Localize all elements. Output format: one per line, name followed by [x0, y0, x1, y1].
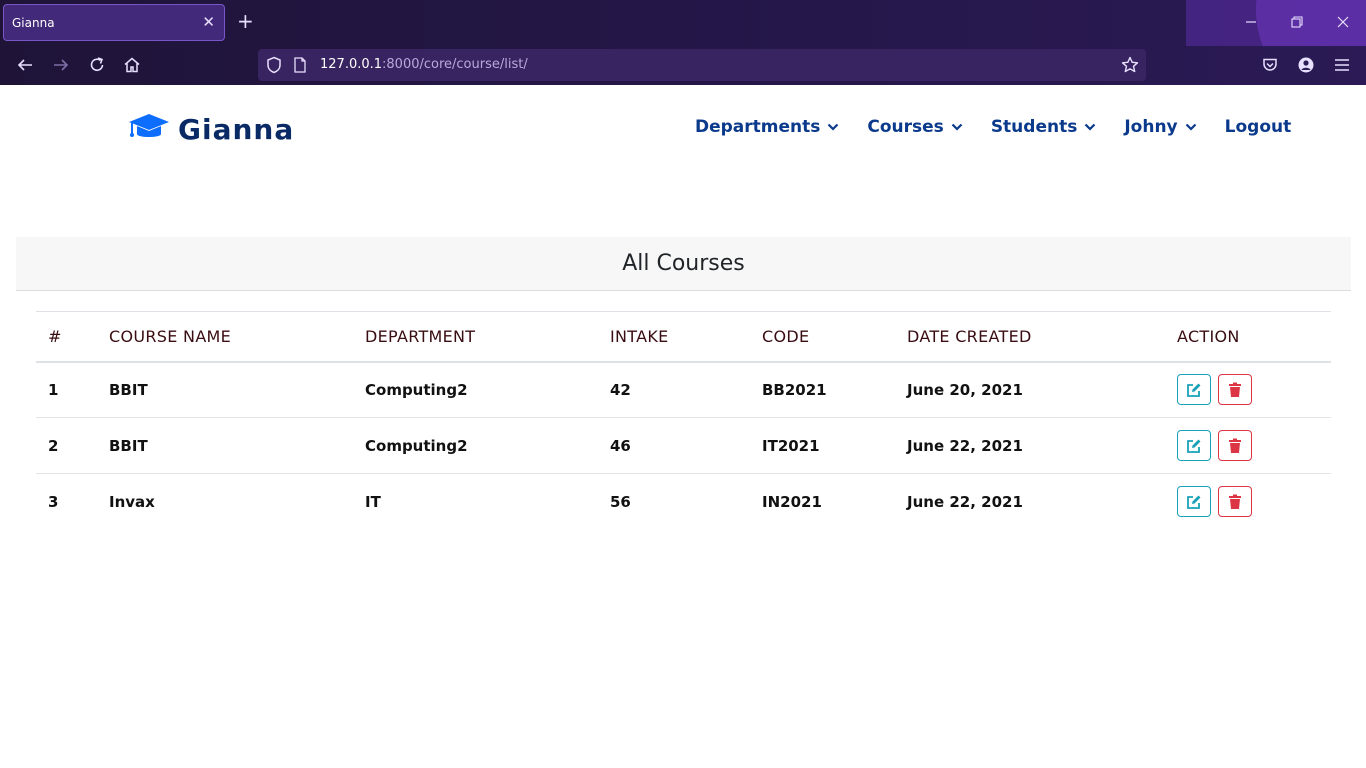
url-path: :8000/core/course/list/ — [382, 57, 528, 72]
edit-button[interactable] — [1177, 374, 1211, 406]
reload-icon[interactable] — [86, 54, 108, 76]
edit-icon — [1187, 495, 1201, 509]
home-icon[interactable] — [121, 54, 143, 76]
nav-departments-dropdown[interactable]: Departments — [695, 117, 839, 137]
close-tab-icon[interactable]: ✕ — [202, 14, 215, 30]
edit-button[interactable] — [1177, 430, 1211, 461]
row-number: 3 — [48, 492, 59, 511]
course-code: IN2021 — [762, 492, 822, 511]
chevron-down-icon — [951, 123, 963, 131]
course-date: June 22, 2021 — [895, 417, 1165, 474]
table-row: 1 BBIT Computing2 42 BB2021 June 20, 202… — [36, 361, 1331, 418]
main-nav: Departments Courses Students Johny Logou… — [695, 117, 1291, 137]
page-title: All Courses — [622, 251, 745, 276]
course-name: Invax — [109, 492, 155, 511]
nav-logout-label: Logout — [1224, 117, 1292, 137]
nav-students-dropdown[interactable]: Students — [991, 117, 1097, 137]
column-header: ACTION — [1165, 311, 1331, 363]
nav-departments-label: Departments — [695, 117, 821, 137]
url-text[interactable]: 127.0.0.1:8000/core/course/list/ — [320, 57, 528, 72]
column-header: DATE CREATED — [895, 311, 1165, 363]
trash-icon — [1229, 494, 1242, 509]
graduation-cap-icon — [128, 112, 170, 146]
restore-icon[interactable] — [1284, 10, 1310, 34]
course-intake: 46 — [598, 417, 750, 474]
browser-tab[interactable]: Gianna ✕ — [3, 4, 225, 41]
chevron-down-icon — [827, 123, 839, 131]
brand-logo[interactable]: Gianna — [128, 112, 294, 146]
account-icon[interactable] — [1295, 54, 1317, 76]
course-intake: 42 — [598, 361, 750, 418]
nav-user-label: Johny — [1124, 117, 1178, 137]
page-content: Gianna Departments Courses Students John… — [0, 85, 1366, 768]
table-row: 3 Invax IT 56 IN2021 June 22, 2021 — [36, 474, 1331, 530]
course-department: Computing2 — [353, 361, 598, 418]
url-host: 127.0.0.1 — [320, 57, 383, 72]
shield-icon[interactable] — [263, 54, 285, 76]
edit-icon — [1187, 439, 1201, 453]
nav-courses-dropdown[interactable]: Courses — [867, 117, 963, 137]
delete-button[interactable] — [1218, 374, 1253, 406]
back-arrow-icon[interactable] — [14, 54, 36, 76]
nav-students-label: Students — [990, 117, 1078, 137]
column-header: COURSE NAME — [97, 311, 353, 363]
bookmark-star-icon[interactable] — [1119, 54, 1141, 76]
column-header: CODE — [750, 311, 895, 363]
chevron-down-icon — [1185, 123, 1197, 131]
delete-button[interactable] — [1218, 430, 1253, 461]
nav-logout-link[interactable]: Logout — [1225, 117, 1292, 137]
course-department: IT — [365, 492, 381, 511]
course-name: BBIT — [97, 417, 353, 474]
delete-button[interactable] — [1218, 486, 1253, 518]
chevron-down-icon — [1084, 123, 1096, 131]
column-header: # — [36, 311, 97, 363]
minimize-icon[interactable] — [1238, 10, 1264, 34]
tab-title: Gianna — [12, 15, 55, 30]
row-actions — [1165, 474, 1331, 530]
browser-chrome: Gianna ✕ + 127.0.0.1:8000/core/course/li… — [0, 0, 1366, 85]
row-number: 1 — [36, 361, 97, 418]
nav-courses-label: Courses — [867, 117, 944, 137]
table-row: 2 BBIT Computing2 46 IT2021 June 22, 202… — [36, 417, 1331, 474]
row-number: 2 — [36, 417, 97, 474]
course-date: June 20, 2021 — [895, 361, 1165, 418]
pocket-icon[interactable] — [1259, 54, 1281, 76]
course-code: BB2021 — [750, 361, 895, 418]
column-header: DEPARTMENT — [353, 311, 598, 363]
course-intake: 56 — [610, 492, 631, 511]
menu-icon[interactable] — [1331, 54, 1353, 76]
course-date: June 22, 2021 — [907, 492, 1023, 511]
column-header: INTAKE — [598, 311, 750, 363]
course-code: IT2021 — [750, 417, 895, 474]
trash-icon — [1229, 438, 1242, 453]
brand-name: Gianna — [178, 112, 295, 146]
course-name: BBIT — [97, 361, 353, 418]
card-header: All Courses — [16, 237, 1351, 291]
table-header-row: # COURSE NAME DEPARTMENT INTAKE CODE DAT… — [36, 311, 1331, 363]
edit-icon — [1187, 383, 1201, 397]
forward-arrow-icon[interactable] — [50, 54, 72, 76]
browser-toolbar: 127.0.0.1:8000/core/course/list/ — [0, 46, 1366, 85]
window-close-icon[interactable] — [1330, 10, 1356, 34]
course-department: Computing2 — [353, 417, 598, 474]
trash-icon — [1229, 382, 1242, 397]
courses-table: # COURSE NAME DEPARTMENT INTAKE CODE DAT… — [36, 311, 1331, 530]
nav-user-dropdown[interactable]: Johny — [1124, 117, 1196, 137]
row-actions — [1165, 417, 1331, 474]
page-icon — [289, 54, 311, 76]
row-actions — [1165, 361, 1331, 418]
address-bar[interactable]: 127.0.0.1:8000/core/course/list/ — [258, 49, 1146, 81]
new-tab-icon[interactable]: + — [237, 11, 254, 31]
edit-button[interactable] — [1177, 486, 1211, 518]
